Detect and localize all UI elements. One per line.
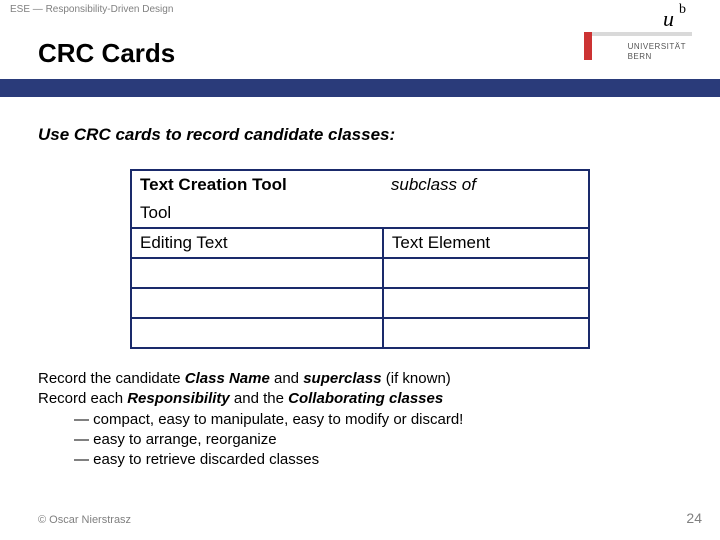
logo-red-accent [584,32,592,60]
logo-line1: UNIVERSITÄT [628,42,686,51]
logo-bar [592,32,692,36]
university-logo: u b UNIVERSITÄT BERN [592,0,692,95]
crc-empty-cell [131,258,383,288]
crc-collaborator: Text Element [392,233,490,252]
note-line: Record the candidate Class Name and supe… [38,369,682,389]
crc-empty-cell [131,318,383,348]
page-number: 24 [686,510,702,526]
note-line: Record each Responsibility and the Colla… [38,389,682,409]
crc-card: Text Creation Tool subclass of Tool Edit… [130,169,590,349]
crc-empty-cell [383,318,589,348]
footer-copyright: © Oscar Nierstrasz [38,514,131,526]
note-bullet: — compact, easy to manipulate, easy to m… [38,410,682,430]
logo-line2: BERN [628,52,652,61]
logo-text: UNIVERSITÄT BERN [628,42,686,61]
crc-class-name: Text Creation Tool [140,175,287,194]
note-bullet: — easy to retrieve discarded classes [38,450,682,470]
crc-responsibility: Editing Text [140,233,228,252]
logo-letter-b: b [679,2,686,18]
breadcrumb: ESE — Responsibility-Driven Design [10,4,173,15]
notes-block: Record the candidate Class Name and supe… [38,369,682,470]
crc-empty-cell [383,258,589,288]
crc-empty-cell [383,288,589,318]
note-bullet: — easy to arrange, reorganize [38,430,682,450]
crc-subclass-label: subclass of [391,175,476,194]
intro-text: Use CRC cards to record candidate classe… [38,125,682,145]
logo-letter-u: u [663,6,674,32]
crc-superclass: Tool [140,203,171,222]
crc-empty-cell [131,288,383,318]
